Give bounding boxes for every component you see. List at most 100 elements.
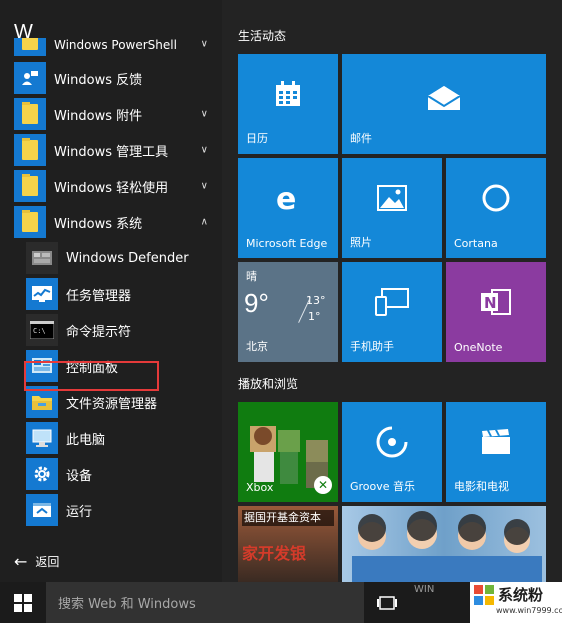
app-item-powershell[interactable]: Windows PowerShell ∨: [0, 38, 222, 60]
start-menu: W Windows PowerShell ∨ Windows 反馈 Window…: [0, 0, 562, 582]
cortana-icon: [481, 183, 511, 217]
tile-xbox[interactable]: ✕ Xbox: [238, 402, 338, 502]
tile-photo-collage[interactable]: [342, 506, 546, 582]
back-button[interactable]: ← 返回: [14, 552, 59, 571]
app-item-task-manager[interactable]: 任务管理器: [0, 276, 222, 312]
feedback-icon: [14, 62, 46, 94]
task-view-button[interactable]: [372, 590, 402, 616]
app-item-devices[interactable]: 设备: [0, 456, 222, 492]
defender-icon: [26, 242, 58, 274]
app-item-feedback[interactable]: Windows 反馈: [0, 60, 222, 96]
svg-text:C:\: C:\: [33, 327, 46, 335]
tile-label: Cortana: [454, 237, 498, 250]
back-arrow-icon: ←: [14, 552, 28, 571]
tile-mail[interactable]: 邮件: [342, 54, 546, 154]
chevron-down-icon: ∨: [200, 38, 208, 50]
tile-edge[interactable]: e Microsoft Edge: [238, 158, 338, 258]
app-label: Windows 附件: [54, 108, 143, 124]
tile-label: 日历: [246, 132, 268, 145]
app-label: 任务管理器: [66, 288, 132, 304]
windows-flag-icon: [474, 584, 494, 605]
app-item-windows-system[interactable]: Windows 系统 ∧: [0, 204, 222, 240]
search-input[interactable]: 搜索 Web 和 Windows: [46, 582, 364, 623]
weather-temp: 9°: [244, 288, 269, 318]
start-button[interactable]: [0, 582, 45, 623]
run-icon: [26, 494, 58, 526]
groove-icon: [375, 425, 409, 463]
movies-icon: [480, 428, 512, 460]
folder-icon: [14, 38, 46, 56]
kids-photo-image: [342, 506, 546, 582]
folder-icon: [14, 98, 46, 130]
app-label: Windows 系统: [54, 216, 143, 232]
app-label: 运行: [66, 504, 93, 520]
watermark: 系统粉: [474, 584, 543, 605]
apps-container: Windows PowerShell ∨ Windows 反馈 Windows …: [0, 38, 222, 528]
this-pc-icon: [26, 422, 58, 454]
command-prompt-icon: C:\: [26, 314, 58, 346]
tile-weather[interactable]: 晴 9° 13° 1° 北京: [238, 262, 338, 362]
tile-news[interactable]: 据国开基金资本 家开发银: [238, 506, 338, 582]
app-label: Windows 反馈: [54, 72, 143, 88]
task-manager-icon: [26, 278, 58, 310]
app-label: 此电脑: [66, 432, 106, 448]
tile-cortana[interactable]: Cortana: [446, 158, 546, 258]
weather-condition: 晴: [246, 270, 257, 283]
app-item-accessories[interactable]: Windows 附件 ∨: [0, 96, 222, 132]
highlight-box: [24, 361, 159, 391]
chevron-down-icon: ∨: [200, 108, 208, 120]
news-headline-2: 家开发银: [242, 544, 307, 563]
watermark-url: www.win7999.com: [496, 606, 562, 615]
tile-photos[interactable]: 照片: [342, 158, 442, 258]
section-title-live: 生活动态: [238, 29, 287, 43]
tile-label: 照片: [350, 236, 372, 249]
app-item-command-prompt[interactable]: C:\ 命令提示符: [0, 312, 222, 348]
app-label: Windows 管理工具: [54, 144, 169, 160]
tile-label: OneNote: [454, 341, 503, 354]
folder-icon: [14, 170, 46, 202]
app-item-run[interactable]: 运行: [0, 492, 222, 528]
tile-label: 北京: [246, 340, 268, 353]
app-label: Windows PowerShell: [54, 38, 177, 52]
tile-label: 手机助手: [350, 340, 394, 353]
tile-onenote[interactable]: N OneNote: [446, 262, 546, 362]
app-item-ease-of-access[interactable]: Windows 轻松使用 ∨: [0, 168, 222, 204]
onenote-icon: N: [480, 287, 512, 321]
phone-companion-icon: [372, 287, 412, 321]
app-label: 设备: [66, 468, 93, 484]
tile-movies-tv[interactable]: 电影和电视: [446, 402, 546, 502]
app-item-this-pc[interactable]: 此电脑: [0, 420, 222, 456]
news-headline: 据国开基金资本: [242, 510, 334, 526]
xbox-logo-icon: ✕: [314, 476, 332, 494]
watermark-logo: WIN: [414, 584, 435, 595]
photos-icon: [377, 185, 407, 215]
edge-icon: e: [273, 182, 303, 217]
tile-label: Xbox: [246, 481, 274, 494]
app-item-admin-tools[interactable]: Windows 管理工具 ∨: [0, 132, 222, 168]
tile-phone-companion[interactable]: 手机助手: [342, 262, 442, 362]
tile-label: Groove 音乐: [350, 480, 416, 493]
section-title-play: 播放和浏览: [238, 377, 299, 391]
folder-icon: [14, 134, 46, 166]
app-list: W Windows PowerShell ∨ Windows 反馈 Window…: [0, 0, 222, 582]
chevron-down-icon: ∨: [200, 180, 208, 192]
task-view-icon: [377, 596, 397, 610]
weather-low: 1°: [308, 310, 321, 323]
back-label: 返回: [35, 555, 60, 569]
tile-label: 邮件: [350, 132, 372, 145]
tile-calendar[interactable]: 日历: [238, 54, 338, 154]
gear-icon: [26, 458, 58, 490]
tile-label: 电影和电视: [454, 480, 509, 493]
mail-icon: [427, 85, 461, 115]
app-label: 命令提示符: [66, 324, 132, 340]
app-label: Windows 轻松使用: [54, 180, 169, 196]
chevron-up-icon: ∧: [200, 216, 208, 228]
app-item-defender[interactable]: Windows Defender: [0, 240, 222, 276]
app-label: Windows Defender: [66, 250, 189, 266]
folder-icon: [14, 206, 46, 238]
calendar-icon: [274, 80, 302, 112]
tile-groove[interactable]: Groove 音乐: [342, 402, 442, 502]
tile-label: Microsoft Edge: [246, 237, 328, 250]
windows-logo-icon: [13, 593, 32, 612]
chevron-down-icon: ∨: [200, 144, 208, 156]
